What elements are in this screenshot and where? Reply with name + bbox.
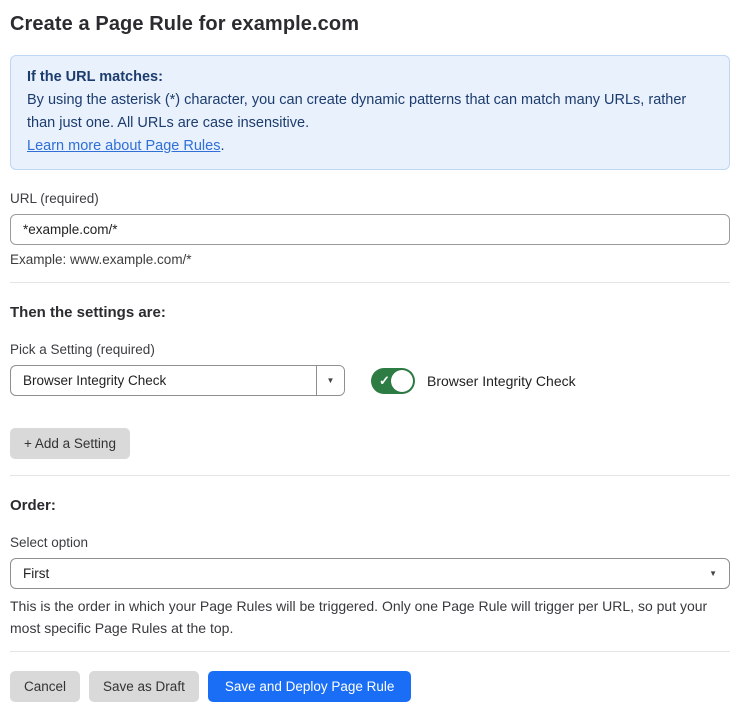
order-section-heading: Order: bbox=[10, 497, 730, 514]
learn-more-link[interactable]: Learn more about Page Rules bbox=[27, 138, 220, 154]
settings-section-heading: Then the settings are: bbox=[10, 304, 730, 321]
info-box-body: By using the asterisk (*) character, you… bbox=[27, 89, 713, 135]
order-helper-text: This is the order in which your Page Rul… bbox=[10, 595, 736, 639]
save-as-draft-button[interactable]: Save as Draft bbox=[89, 671, 199, 702]
setting-dropdown-value: Browser Integrity Check bbox=[11, 366, 316, 395]
add-setting-button[interactable]: + Add a Setting bbox=[10, 428, 130, 459]
page-title: Create a Page Rule for example.com bbox=[10, 13, 730, 36]
cancel-button[interactable]: Cancel bbox=[10, 671, 80, 702]
info-box-heading: If the URL matches: bbox=[27, 66, 713, 89]
divider bbox=[10, 475, 730, 476]
link-suffix: . bbox=[220, 138, 224, 154]
chevron-down-icon: ▼ bbox=[709, 569, 717, 578]
order-select[interactable]: First ▼ bbox=[10, 558, 730, 589]
url-matches-info-box: If the URL matches: By using the asteris… bbox=[10, 55, 730, 170]
url-example-helper: Example: www.example.com/* bbox=[10, 252, 730, 267]
order-select-label: Select option bbox=[10, 535, 730, 550]
url-input[interactable] bbox=[10, 214, 730, 245]
setting-dropdown-button[interactable]: ▼ bbox=[316, 366, 344, 395]
setting-toggle-group: ✓ Browser Integrity Check bbox=[371, 368, 576, 394]
check-icon: ✓ bbox=[379, 374, 390, 387]
order-select-value: First bbox=[23, 566, 49, 581]
url-field-label: URL (required) bbox=[10, 191, 730, 206]
divider bbox=[10, 651, 730, 652]
create-page-rule-panel: Create a Page Rule for example.com If th… bbox=[0, 0, 740, 702]
divider bbox=[10, 282, 730, 283]
browser-integrity-check-toggle[interactable]: ✓ bbox=[371, 368, 415, 394]
pick-setting-label: Pick a Setting (required) bbox=[10, 342, 730, 357]
setting-row: Browser Integrity Check ▼ ✓ Browser Inte… bbox=[10, 365, 730, 396]
toggle-label: Browser Integrity Check bbox=[427, 373, 576, 389]
toggle-knob bbox=[391, 370, 413, 392]
info-box-link-line: Learn more about Page Rules. bbox=[27, 135, 713, 158]
save-and-deploy-button[interactable]: Save and Deploy Page Rule bbox=[208, 671, 412, 702]
footer-button-row: Cancel Save as Draft Save and Deploy Pag… bbox=[10, 671, 730, 702]
setting-dropdown[interactable]: Browser Integrity Check ▼ bbox=[10, 365, 345, 396]
chevron-down-icon: ▼ bbox=[327, 376, 335, 385]
